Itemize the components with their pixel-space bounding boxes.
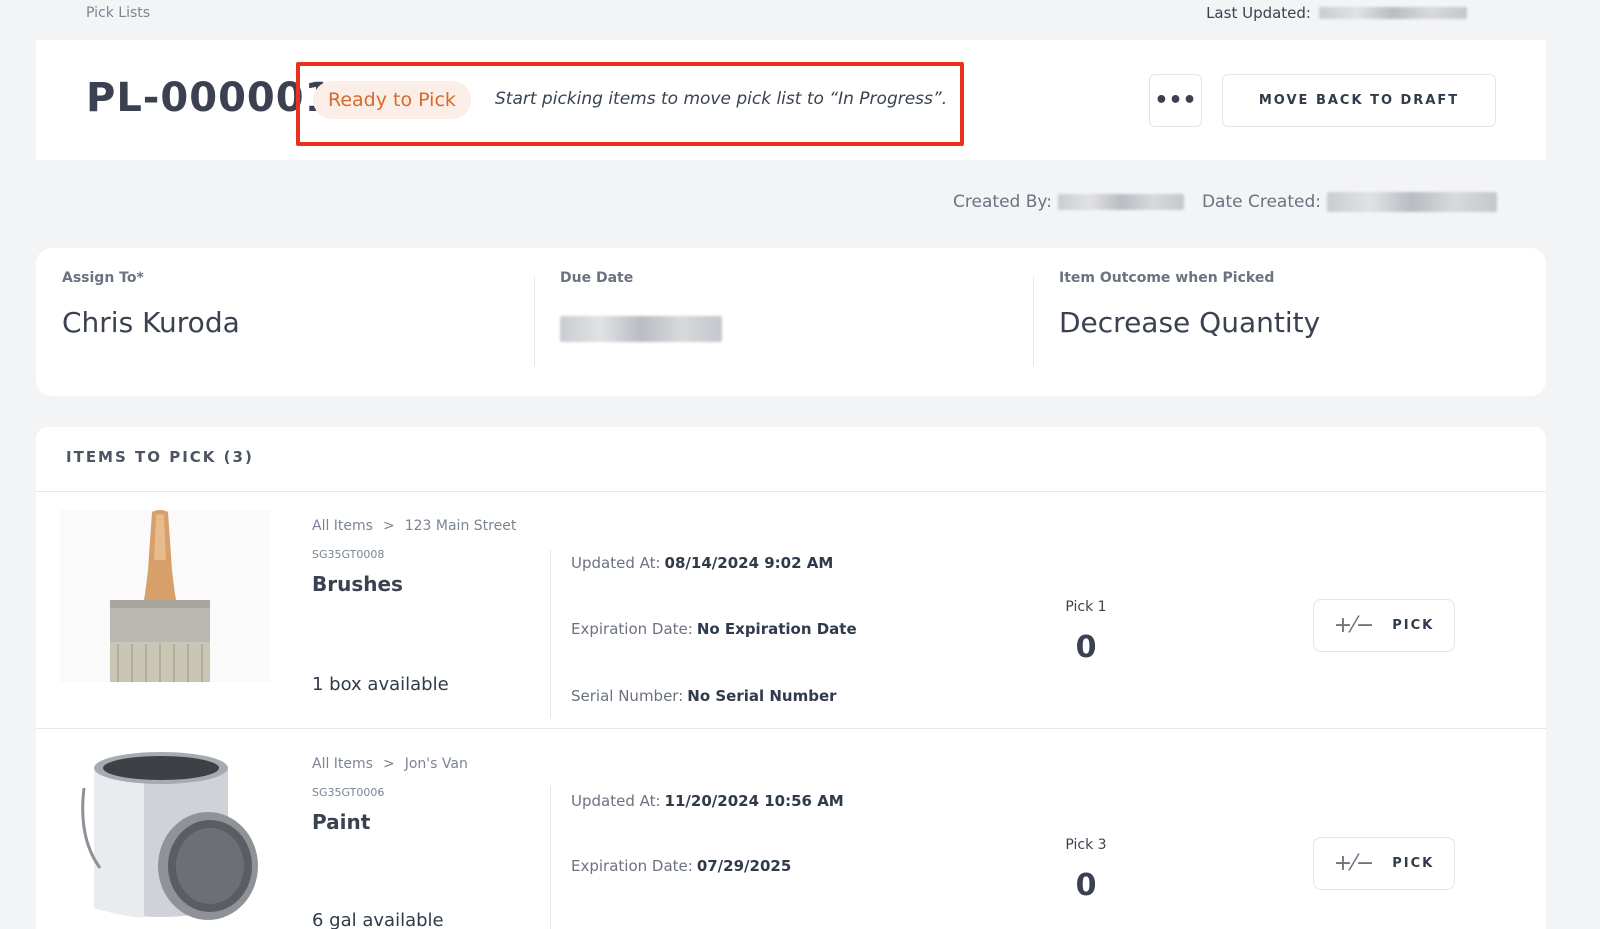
- updated-at-value: 11/20/2024 10:56 AM: [664, 792, 844, 810]
- due-date-field[interactable]: Due Date: [560, 270, 722, 346]
- divider: [534, 276, 535, 366]
- assign-to-label: Assign To*: [62, 270, 144, 286]
- expiration-label: Expiration Date:: [571, 857, 693, 875]
- expiration-value: No Expiration Date: [696, 620, 857, 638]
- chevron-right-icon: >: [382, 518, 395, 534]
- more-options-button[interactable]: •••: [1149, 74, 1202, 127]
- serial-value: No Serial Number: [687, 687, 837, 705]
- due-date-label: Due Date: [560, 270, 634, 286]
- updated-at-value: 08/14/2024 9:02 AM: [664, 554, 834, 572]
- pick-button-label: PICK: [1392, 856, 1435, 871]
- created-by-value-redacted: [1057, 194, 1184, 210]
- pick-button[interactable]: +⁄− PICK: [1313, 837, 1455, 890]
- expiration-value: 07/29/2025: [696, 857, 792, 875]
- item-image-paint-can: [60, 748, 270, 920]
- pick-quantity-label: Pick 3: [1065, 837, 1107, 853]
- last-updated: Last Updated:: [1206, 4, 1467, 22]
- created-by-label: Created By:: [953, 192, 1052, 212]
- move-back-to-draft-button[interactable]: MOVE BACK TO DRAFT: [1222, 74, 1496, 127]
- updated-at: Updated At: 08/14/2024 9:02 AM: [571, 554, 833, 572]
- item-sku: SG35GT0008: [312, 548, 385, 561]
- updated-at-label: Updated At:: [571, 554, 661, 572]
- item-outcome-label: Item Outcome when Picked: [1059, 270, 1275, 286]
- items-section-title: ITEMS TO PICK (3): [66, 448, 254, 466]
- expiration-label: Expiration Date:: [571, 620, 693, 638]
- serial-number: Serial Number: No Serial Number: [571, 687, 837, 705]
- date-created-label: Date Created:: [1201, 192, 1321, 212]
- pick-button-label: PICK: [1392, 618, 1435, 633]
- item-location-breadcrumb: All Items >123 Main Street: [312, 518, 516, 534]
- last-updated-value-redacted: [1319, 7, 1467, 19]
- crumb-location[interactable]: 123 Main Street: [405, 518, 517, 534]
- brush-icon: [60, 510, 270, 682]
- item-sku: SG35GT0006: [312, 786, 385, 799]
- crumb-root[interactable]: All Items: [312, 756, 373, 772]
- picked-count: 0: [1075, 630, 1097, 665]
- divider: [550, 786, 551, 929]
- assign-to-value: Chris Kuroda: [62, 306, 240, 339]
- item-available: 1 box available: [312, 674, 449, 695]
- last-updated-label: Last Updated:: [1206, 4, 1311, 22]
- crumb-root[interactable]: All Items: [312, 518, 373, 534]
- divider: [36, 491, 1546, 492]
- item-name[interactable]: Paint: [312, 810, 370, 834]
- assign-to-field[interactable]: Assign To* Chris Kuroda: [62, 270, 240, 339]
- item-outcome-field[interactable]: Item Outcome when Picked Decrease Quanti…: [1059, 270, 1320, 339]
- item-image-brush: [60, 510, 270, 682]
- divider: [1033, 276, 1034, 366]
- item-available: 6 gal available: [312, 910, 444, 929]
- serial-label: Serial Number:: [571, 687, 684, 705]
- updated-at-label: Updated At:: [571, 792, 661, 810]
- highlight-box: [296, 62, 964, 146]
- divider: [550, 550, 551, 718]
- date-created-value-redacted: [1327, 192, 1497, 212]
- expiration-date: Expiration Date: No Expiration Date: [571, 620, 857, 638]
- picked-count: 0: [1075, 868, 1097, 903]
- paint-can-icon: [60, 748, 270, 920]
- crumb-location[interactable]: Jon's Van: [405, 756, 468, 772]
- plus-minus-icon: +⁄−: [1333, 613, 1375, 638]
- plus-minus-icon: +⁄−: [1333, 851, 1375, 876]
- created-meta: Created By: Date Created:: [953, 192, 1497, 212]
- item-location-breadcrumb: All Items > Jon's Van: [312, 756, 468, 772]
- breadcrumb[interactable]: Pick Lists: [86, 5, 150, 21]
- due-date-value-redacted: [560, 316, 722, 342]
- item-name[interactable]: Brushes: [312, 572, 403, 596]
- updated-at: Updated At: 11/20/2024 10:56 AM: [571, 792, 844, 810]
- divider: [36, 728, 1546, 729]
- pick-quantity-label: Pick 1: [1065, 599, 1107, 615]
- chevron-right-icon: >: [382, 756, 395, 772]
- item-outcome-value: Decrease Quantity: [1059, 306, 1321, 339]
- pick-button[interactable]: +⁄− PICK: [1313, 599, 1455, 652]
- expiration-date: Expiration Date: 07/29/2025: [571, 857, 791, 875]
